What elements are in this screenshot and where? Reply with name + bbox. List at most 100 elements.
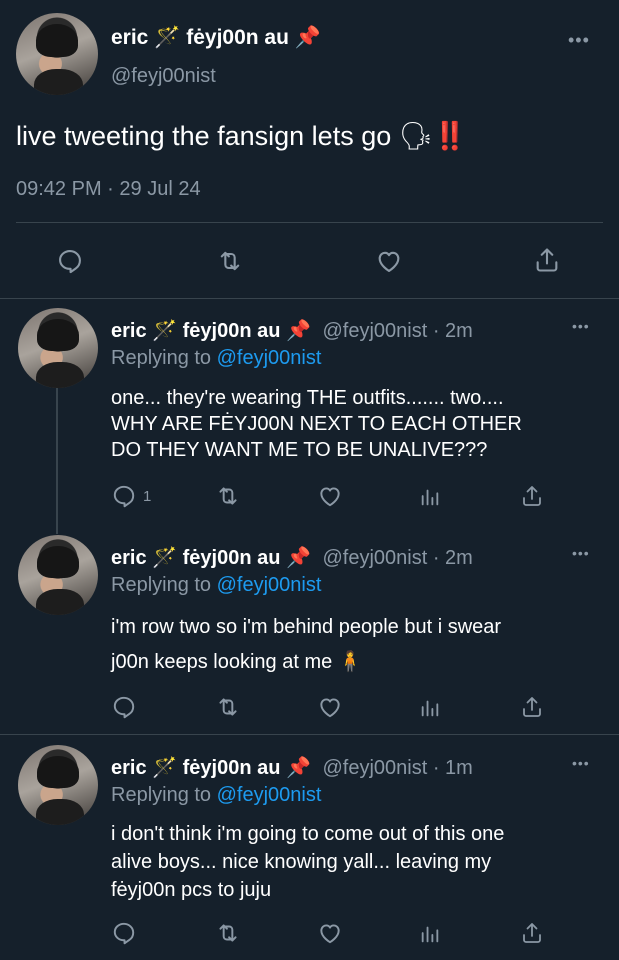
heart-icon bbox=[320, 487, 340, 507]
author-handle: @feyj00nist bbox=[322, 757, 428, 779]
tweet-text-line: j00n keeps looking at me 🧍 bbox=[111, 651, 363, 673]
author-line[interactable]: eric 🪄 fėyj00n au 📌 @feyj00nist · 2m bbox=[111, 545, 473, 570]
tweet-text-line: DO THEY WANT ME TO BE UNALIVE??? bbox=[111, 439, 488, 461]
views-button[interactable] bbox=[419, 696, 441, 720]
retweet-icon bbox=[219, 698, 237, 716]
tweet-text-line: WHY ARE FĖYJ00N NEXT TO EACH OTHER bbox=[111, 413, 522, 435]
reply-button[interactable] bbox=[111, 694, 143, 720]
share-button[interactable] bbox=[520, 694, 544, 720]
like-button[interactable] bbox=[316, 920, 344, 946]
tweet-age: · 1m bbox=[432, 757, 473, 779]
author-suffix: fėyj00n au bbox=[186, 26, 289, 49]
replying-to: Replying to @feyj00nist bbox=[111, 347, 321, 370]
retweet-button[interactable] bbox=[215, 247, 245, 275]
like-button[interactable] bbox=[374, 247, 404, 275]
reply-icon bbox=[113, 696, 135, 719]
replying-prefix: Replying to bbox=[111, 784, 212, 806]
pushpin-icon: 📌 bbox=[286, 757, 311, 779]
replying-handle-link[interactable]: @feyj00nist bbox=[217, 347, 322, 369]
author-suffix: fėyj00n au bbox=[182, 320, 281, 342]
reply-icon bbox=[59, 250, 81, 274]
tweet-text: i'm row two so i'm behind people but i s… bbox=[111, 610, 501, 680]
tweet-timestamp[interactable]: 09:42 PM · 29 Jul 24 bbox=[16, 178, 201, 201]
retweet-icon bbox=[220, 251, 240, 271]
pushpin-icon: 📌 bbox=[286, 320, 311, 342]
reply-button[interactable] bbox=[111, 920, 143, 946]
magic-wand-icon: 🪄 bbox=[152, 320, 178, 342]
divider bbox=[0, 734, 619, 735]
author-handle: @feyj00nist bbox=[322, 547, 428, 569]
replying-handle-link[interactable]: @feyj00nist bbox=[217, 784, 322, 806]
thread-line bbox=[56, 378, 58, 534]
analytics-icon bbox=[421, 926, 439, 943]
heart-icon bbox=[320, 698, 340, 718]
author-name: eric bbox=[111, 547, 147, 569]
divider bbox=[0, 298, 619, 299]
tweet-text-line: fėyj00n pcs to juju bbox=[111, 879, 272, 901]
avatar[interactable] bbox=[16, 13, 98, 95]
reply-button[interactable]: 1 bbox=[111, 483, 151, 509]
replying-to: Replying to @feyj00nist bbox=[111, 784, 321, 807]
tweet-age: · 2m bbox=[432, 547, 473, 569]
tweet-emoji: 🗣‼️ bbox=[398, 121, 467, 151]
pushpin-icon: 📌 bbox=[286, 547, 311, 569]
reply-count: 1 bbox=[143, 487, 152, 505]
tweet-text-line: one... they're wearing THE outfits......… bbox=[111, 387, 504, 409]
share-button[interactable] bbox=[520, 483, 544, 509]
tweet-text: live tweeting the fansign lets go 🗣‼️ bbox=[16, 120, 467, 152]
pushpin-icon: 📌 bbox=[294, 26, 321, 49]
replying-to: Replying to @feyj00nist bbox=[111, 574, 321, 597]
reply-icon bbox=[113, 485, 135, 508]
divider bbox=[16, 222, 603, 223]
retweet-icon bbox=[219, 924, 237, 942]
author-suffix: fėyj00n au bbox=[182, 547, 281, 569]
tweet-age: · 2m bbox=[432, 320, 473, 342]
author-handle[interactable]: @feyj00nist bbox=[111, 65, 216, 88]
author-line[interactable]: eric 🪄 fėyj00n au 📌 bbox=[111, 26, 321, 50]
tweet-text-line: i'm row two so i'm behind people but i s… bbox=[111, 616, 502, 638]
retweet-button[interactable] bbox=[214, 694, 242, 720]
views-button[interactable] bbox=[419, 485, 441, 509]
replying-prefix: Replying to bbox=[111, 347, 212, 369]
share-button[interactable] bbox=[520, 920, 544, 946]
heart-icon bbox=[378, 251, 400, 272]
author-suffix: fėyj00n au bbox=[182, 757, 281, 779]
like-button[interactable] bbox=[316, 483, 344, 509]
more-options-button[interactable]: ••• bbox=[572, 318, 590, 334]
share-button[interactable] bbox=[533, 245, 561, 275]
date-separator: · bbox=[107, 178, 114, 200]
retweet-button[interactable] bbox=[214, 920, 242, 946]
avatar[interactable] bbox=[18, 308, 98, 388]
author-name: eric bbox=[111, 320, 147, 342]
reply-icon bbox=[113, 922, 135, 945]
analytics-icon bbox=[421, 700, 439, 717]
replying-prefix: Replying to bbox=[111, 574, 212, 596]
replying-handle-link[interactable]: @feyj00nist bbox=[217, 574, 322, 596]
reply-button[interactable] bbox=[56, 247, 84, 275]
heart-icon bbox=[320, 924, 340, 944]
more-options-button[interactable]: ••• bbox=[568, 30, 590, 51]
analytics-icon bbox=[421, 489, 439, 506]
tweet-text-line: i don't think i'm going to come out of t… bbox=[111, 823, 505, 845]
views-button[interactable] bbox=[419, 922, 441, 946]
avatar[interactable] bbox=[18, 535, 98, 615]
tweet-text-body: live tweeting the fansign lets go bbox=[16, 121, 392, 151]
tweet-time: 09:42 PM bbox=[16, 178, 102, 200]
retweet-button[interactable] bbox=[214, 483, 242, 509]
tweet-text: one... they're wearing THE outfits......… bbox=[111, 385, 522, 463]
tweet-text-line: alive boys... nice knowing yall... leavi… bbox=[111, 851, 492, 873]
like-button[interactable] bbox=[316, 694, 344, 720]
avatar[interactable] bbox=[18, 745, 98, 825]
author-line[interactable]: eric 🪄 fėyj00n au 📌 @feyj00nist · 1m bbox=[111, 755, 473, 780]
more-options-button[interactable]: ••• bbox=[572, 545, 590, 561]
tweet-text: i don't think i'm going to come out of t… bbox=[111, 820, 504, 904]
share-icon bbox=[536, 248, 558, 272]
more-options-button[interactable]: ••• bbox=[572, 755, 590, 771]
share-icon bbox=[523, 486, 541, 506]
author-name: eric bbox=[111, 757, 147, 779]
share-icon bbox=[523, 697, 541, 717]
author-name: eric bbox=[111, 26, 149, 49]
magic-wand-icon: 🪄 bbox=[152, 547, 178, 569]
author-line[interactable]: eric 🪄 fėyj00n au 📌 @feyj00nist · 2m bbox=[111, 318, 473, 343]
magic-wand-icon: 🪄 bbox=[154, 26, 181, 49]
